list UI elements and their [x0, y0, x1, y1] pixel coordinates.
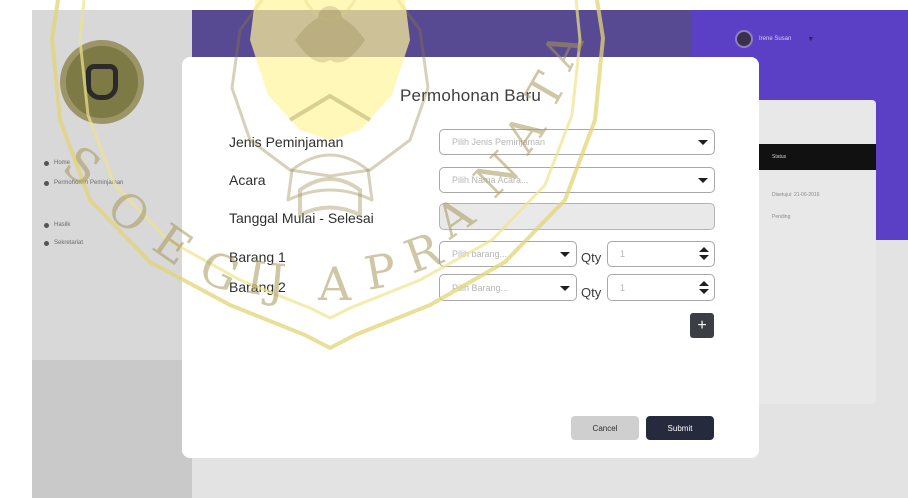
folder-icon: [44, 240, 49, 246]
barang-1-select[interactable]: Pilih barang...: [439, 241, 577, 267]
user-menu[interactable]: Irene Susan ▼: [735, 30, 814, 48]
chevron-down-icon: [560, 252, 570, 257]
add-item-button[interactable]: +: [690, 313, 714, 338]
qty-1-stepper[interactable]: 1: [607, 241, 715, 267]
chevron-down-icon: [698, 178, 708, 183]
qty-2-stepper[interactable]: 1: [607, 274, 715, 301]
stepper-arrows-icon[interactable]: [699, 280, 709, 296]
sidebar-item-home[interactable]: Home: [44, 160, 144, 166]
qty-label: Qty: [581, 250, 602, 265]
status-panel: Status Disetujui: 21-06-2016 Pending: [752, 100, 876, 404]
qty-2-value: 1: [620, 282, 626, 293]
modal-title: Permohonan Baru: [400, 86, 541, 105]
list-icon: [44, 180, 49, 186]
sidebar-item-hasilk[interactable]: Hasilk: [44, 222, 144, 228]
jenis-peminjaman-placeholder: Pilih Jenis Peminjaman: [452, 137, 546, 147]
barang-2-select[interactable]: Pilih Barang...: [439, 274, 577, 301]
label-acara: Acara: [229, 172, 266, 188]
barang-1-placeholder: Pilih barang...: [452, 249, 508, 259]
home-icon: [44, 160, 49, 166]
sidebar-item-sekretariat[interactable]: Sekretariat: [44, 240, 144, 246]
label-barang-1: Barang 1: [229, 249, 286, 265]
label-tanggal: Tanggal Mulai - Selesai: [229, 210, 374, 226]
user-name: Irene Susan: [759, 36, 792, 42]
status-panel-header: Status: [752, 144, 876, 170]
sidebar-lower: [32, 360, 192, 498]
screen: Home Permohonan Peminjaman Hasilk Sekret…: [0, 0, 908, 498]
submit-button[interactable]: Submit: [646, 416, 714, 440]
label-jenis-peminjaman: Jenis Peminjaman: [229, 134, 344, 150]
tanggal-mulai-selesai-field[interactable]: [439, 203, 715, 230]
qty-label: Qty: [581, 285, 602, 300]
jenis-peminjaman-select[interactable]: Pilih Jenis Peminjaman: [439, 129, 715, 155]
chevron-down-icon: ▼: [807, 35, 815, 43]
cancel-button[interactable]: Cancel: [571, 416, 639, 440]
chevron-down-icon: [560, 285, 570, 291]
university-logo: [60, 40, 144, 124]
acara-select[interactable]: Pilih Nama Acara...: [439, 167, 715, 193]
qty-1-value: 1: [620, 249, 626, 259]
gear-icon: [44, 222, 49, 228]
acara-placeholder: Pilih Nama Acara...: [452, 175, 529, 185]
sidebar-item-permohonan[interactable]: Permohonan Peminjaman: [44, 180, 144, 186]
barang-2-placeholder: Pilih Barang...: [452, 282, 509, 293]
status-row: Pending: [772, 214, 791, 220]
avatar: [735, 30, 753, 48]
sidebar: Home Permohonan Peminjaman Hasilk Sekret…: [32, 10, 192, 498]
new-request-modal: Permohonan Baru Jenis Peminjaman Pilih J…: [182, 57, 759, 458]
status-row: Disetujui: 21-06-2016: [772, 192, 820, 198]
chevron-down-icon: [698, 140, 708, 145]
label-barang-2: Barang 2: [229, 279, 286, 295]
stepper-arrows-icon[interactable]: [699, 246, 709, 262]
